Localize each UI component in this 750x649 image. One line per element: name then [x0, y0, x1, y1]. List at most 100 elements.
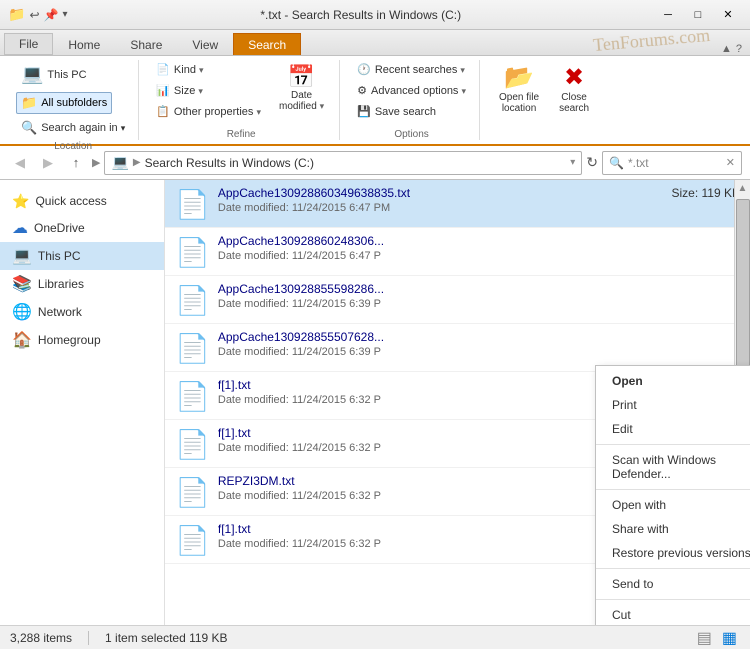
ribbon-group-refine: 📄 Kind ▾ 📊 Size ▾ 📋 Other properties ▾ 📅…	[143, 60, 340, 140]
close-button[interactable]: ✕	[714, 5, 742, 25]
clock-icon: 🕐	[357, 63, 371, 76]
tab-home[interactable]: Home	[53, 33, 115, 55]
ctx-edit-label: Edit	[612, 422, 750, 436]
other-props-icon: 📋	[156, 105, 170, 118]
address-dropdown-icon[interactable]: ▾	[570, 157, 575, 168]
sidebar-label-onedrive: OneDrive	[34, 221, 85, 235]
file-item-1[interactable]: 📄 AppCache130928860248306... Date modifi…	[165, 228, 750, 276]
ctx-print-label: Print	[612, 398, 750, 412]
advanced-options-button[interactable]: ⚙ Advanced options ▾	[352, 81, 471, 100]
calendar-icon: 📅	[288, 64, 315, 90]
sidebar-item-homegroup[interactable]: 🏠 Homegroup	[0, 326, 164, 354]
file-date-2: Date modified: 11/24/2015 6:39 P	[218, 298, 740, 310]
ctx-edit[interactable]: Edit	[596, 417, 750, 441]
window-controls: ─ □ ✕	[654, 5, 742, 25]
file-list[interactable]: 📄 AppCache130928860349638835.txt Date mo…	[165, 180, 750, 625]
search-box[interactable]: 🔍 *.txt ✕	[602, 151, 742, 175]
size-icon: 📊	[156, 84, 170, 97]
ctx-send-to[interactable]: Send to ▶	[596, 572, 750, 596]
size-button[interactable]: 📊 Size ▾	[151, 81, 266, 100]
minimize-button[interactable]: ─	[654, 5, 682, 25]
kind-button[interactable]: 📄 Kind ▾	[151, 60, 266, 79]
refresh-button[interactable]: ↻	[586, 154, 598, 171]
ribbon-tabs: File Home Share View Search ▲ ?	[0, 30, 750, 56]
search-again-button[interactable]: 🔍 Search again in ▾	[16, 117, 130, 139]
view-buttons: ▤ ▦	[694, 628, 740, 648]
file-item-2[interactable]: 📄 AppCache130928855598286... Date modifi…	[165, 276, 750, 324]
ctx-open-with[interactable]: Open with ▶	[596, 493, 750, 517]
sidebar-item-network[interactable]: 🌐 Network	[0, 298, 164, 326]
tab-search[interactable]: Search	[233, 33, 301, 55]
status-bar: 3,288 items 1 item selected 119 KB ▤ ▦	[0, 625, 750, 649]
search-clear-icon[interactable]: ✕	[726, 156, 735, 169]
ctx-cut[interactable]: Cut	[596, 603, 750, 625]
sidebar-label-libraries: Libraries	[38, 277, 84, 291]
list-view-button[interactable]: ▦	[719, 628, 740, 648]
other-properties-button[interactable]: 📋 Other properties ▾	[151, 102, 266, 121]
quick-access-icon[interactable]: ↩	[29, 8, 39, 22]
file-name-1: AppCache130928860248306...	[218, 234, 740, 248]
file-info-3: AppCache130928855507628... Date modified…	[218, 330, 740, 358]
details-view-button[interactable]: ▤	[694, 628, 715, 648]
sidebar-item-onedrive[interactable]: ☁ OneDrive	[0, 214, 164, 242]
ctx-send-to-label: Send to	[612, 577, 750, 591]
ctx-sep2	[596, 489, 750, 490]
selected-info: 1 item selected 119 KB	[105, 631, 228, 645]
options-label: Options	[394, 127, 428, 140]
refine-left: 📄 Kind ▾ 📊 Size ▾ 📋 Other properties ▾	[151, 60, 266, 121]
maximize-button[interactable]: □	[684, 5, 712, 25]
open-file-location-button[interactable]: 📂 Open filelocation	[492, 60, 546, 116]
sidebar-item-quick-access[interactable]: ⭐ Quick access	[0, 188, 164, 214]
file-icon-5: 📄	[175, 428, 210, 461]
main-area: ⭐ Quick access ☁ OneDrive 💻 This PC 📚 Li…	[0, 180, 750, 625]
search-text: *.txt	[628, 156, 649, 170]
breadcrumb-sep: ▶	[133, 157, 141, 168]
file-info-1: AppCache130928860248306... Date modified…	[218, 234, 740, 262]
tab-share[interactable]: Share	[115, 33, 177, 55]
help-question-icon[interactable]: ?	[736, 43, 742, 55]
ctx-scan[interactable]: Scan with Windows Defender...	[596, 448, 750, 486]
ctx-restore[interactable]: Restore previous versions	[596, 541, 750, 565]
context-menu: Open Print Edit Scan with Windows Defend…	[595, 365, 750, 625]
file-icon-3: 📄	[175, 332, 210, 365]
forward-button[interactable]: ▶	[36, 151, 60, 175]
save-search-button[interactable]: 💾 Save search	[352, 102, 471, 121]
breadcrumb-arrow: ▶	[92, 156, 100, 169]
ctx-sep3	[596, 568, 750, 569]
tab-view[interactable]: View	[177, 33, 233, 55]
pin-icon[interactable]: 📌	[44, 8, 59, 22]
close-search-button[interactable]: ✖ Closesearch	[552, 60, 596, 116]
refine-label: Refine	[227, 127, 256, 140]
up-button[interactable]: ↑	[64, 151, 88, 175]
file-date-3: Date modified: 11/24/2015 6:39 P	[218, 346, 740, 358]
ctx-share-with[interactable]: Share with ▶	[596, 517, 750, 541]
ribbon-group-location: 💻 This PC 📁 All subfolders 🔍 Search agai…	[8, 60, 139, 140]
title-bar: 📁 ↩ 📌 ▾ *.txt - Search Results in Window…	[0, 0, 750, 30]
help-up-icon[interactable]: ▲	[721, 43, 732, 55]
ctx-open[interactable]: Open	[596, 369, 750, 393]
folder-search-icon: 📁	[21, 95, 37, 111]
this-pc-button[interactable]: 💻 This PC	[16, 60, 96, 89]
star-icon: ⭐	[12, 193, 29, 210]
refine-group-content: 📄 Kind ▾ 📊 Size ▾ 📋 Other properties ▾ 📅…	[151, 60, 331, 127]
address-icon: 💻	[111, 154, 128, 171]
file-info-2: AppCache130928855598286... Date modified…	[218, 282, 740, 310]
tab-file[interactable]: File	[4, 33, 53, 55]
file-icon-0: 📄	[175, 188, 210, 221]
file-date-0: Date modified: 11/24/2015 6:47 PM	[218, 202, 664, 214]
back-button[interactable]: ◀	[8, 151, 32, 175]
sidebar-item-libraries[interactable]: 📚 Libraries	[0, 270, 164, 298]
ctx-print[interactable]: Print	[596, 393, 750, 417]
all-subfolders-button[interactable]: 📁 All subfolders	[16, 92, 112, 114]
recent-searches-button[interactable]: 🕐 Recent searches ▾	[352, 60, 471, 79]
file-name-0: AppCache130928860349638835.txt	[218, 186, 664, 200]
address-bar[interactable]: 💻 ▶ Search Results in Windows (C:) ▾	[104, 151, 582, 175]
file-item-0[interactable]: 📄 AppCache130928860349638835.txt Date mo…	[165, 180, 750, 228]
date-modified-button[interactable]: 📅 Date modified ▾	[272, 60, 331, 116]
books-icon: 📚	[12, 274, 32, 294]
sidebar-item-this-pc[interactable]: 💻 This PC	[0, 242, 164, 270]
thispc-icon: 💻	[21, 64, 43, 85]
window-title: *.txt - Search Results in Windows (C:)	[67, 8, 654, 22]
scroll-up-button[interactable]: ▲	[735, 180, 750, 197]
open-folder-icon: 📂	[504, 63, 534, 92]
